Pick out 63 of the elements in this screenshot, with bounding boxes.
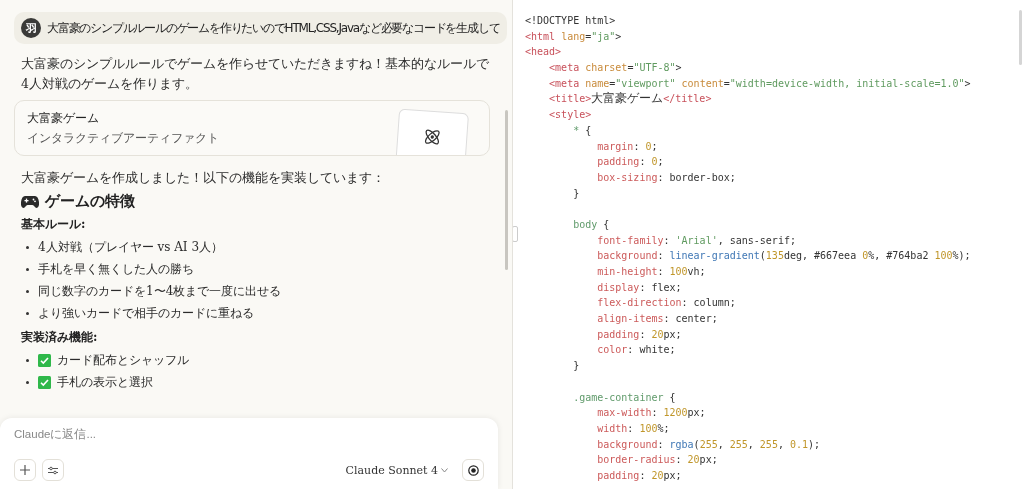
code-line: <title>大富豪ゲーム</title>	[548, 91, 713, 108]
artifact-card[interactable]: 大富豪ゲーム インタラクティブアーティファクト	[14, 100, 490, 156]
list-item-text: 手札を早く無くした人の勝ち	[38, 260, 194, 278]
artifact-subtitle: インタラクティブアーティファクト	[27, 130, 219, 147]
code-line: align-items: center;	[596, 312, 719, 327]
code-line: background: rgba(255, 255, 255, 0.1);	[596, 437, 822, 452]
code-line: <head>	[525, 45, 563, 60]
code-line: * {	[572, 123, 593, 138]
code-line: font-family: 'Arial', sans-serif;	[596, 233, 797, 248]
reply-input-field[interactable]: Claudeに返信...	[14, 428, 314, 440]
list-title: 基本ルール:	[20, 216, 87, 233]
chevron-down-icon	[441, 467, 448, 473]
code-line: padding: 20px;	[596, 468, 683, 483]
code-line: <!DOCTYPE html>	[525, 14, 617, 28]
code-line: .game-container {	[572, 390, 677, 405]
gamepad-icon	[21, 194, 39, 209]
tools-button[interactable]	[42, 459, 64, 481]
sliders-icon	[48, 465, 58, 475]
artifact-title: 大富豪ゲーム	[27, 110, 100, 127]
code-line: border-radius: 20px;	[596, 453, 719, 468]
code-line: width: 100%;	[596, 421, 671, 436]
section-heading: ゲームの特徴	[45, 192, 135, 211]
list-item-text: より強いカードで相手のカードに重ねる	[38, 304, 254, 322]
code-line: max-width: 1200px;	[596, 406, 707, 421]
code-line: }	[572, 359, 581, 374]
code-line: <html lang="ja">	[525, 29, 623, 44]
scrollbar[interactable]	[505, 110, 508, 270]
bullet-icon	[26, 289, 29, 293]
code-line: min-height: 100vh;	[596, 265, 707, 279]
code-line: <meta charset="UTF-8">	[548, 61, 683, 76]
code-line: <meta name="viewport" content="width=device-width, initial-scale=1.0">	[548, 76, 972, 91]
list-item-text: カード配布とシャッフル	[57, 351, 189, 369]
bullet-icon	[26, 380, 29, 384]
resize-handle[interactable]	[513, 226, 518, 242]
code-line: box-sizing: border-box;	[596, 170, 737, 185]
model-selector[interactable]: Claude Sonnet 4	[337, 463, 456, 477]
record-button[interactable]	[462, 459, 484, 481]
code-line: background: linear-gradient(135deg, #667eea 0%, #764ba2 100%);	[596, 249, 972, 264]
bullet-icon	[26, 311, 29, 315]
record-icon	[467, 464, 479, 476]
bullet-icon	[26, 267, 29, 271]
plus-icon	[20, 465, 30, 475]
add-button[interactable]	[14, 459, 36, 481]
code-line: margin: 0;	[596, 139, 659, 154]
list-title: 実装済み機能:	[20, 329, 99, 346]
list-item-text: 4人対戦（プレイヤー vs AI 3人）	[38, 238, 224, 256]
user-avatar: 羽	[21, 18, 41, 38]
scrollbar[interactable]	[1019, 10, 1022, 65]
response-text: 大富豪ゲームを作成しました！以下の機能を実装しています：	[20, 169, 386, 187]
list-item-text: 手札の表示と選択	[57, 373, 153, 391]
user-message-text: 大富豪のシンプルルールのゲームを作りたいのでHTML,CSS,Javaなど必要なコードを生成して	[47, 19, 500, 37]
code-line: body {	[572, 217, 611, 232]
code-line: color: white;	[596, 343, 677, 358]
bullet-icon	[26, 245, 29, 249]
code-line: padding: 0;	[596, 155, 665, 170]
code-line: display: flex;	[596, 280, 683, 295]
code-line: }	[572, 186, 581, 201]
code-line: <style>	[548, 108, 593, 123]
code-line: flex-direction: column;	[596, 296, 737, 311]
list-item-text: 同じ数字のカードを1〜4枚まで一度に出せる	[38, 282, 282, 300]
bullet-icon	[26, 358, 29, 362]
code-line: padding: 20px;	[596, 327, 683, 342]
response-text: 大富豪のシンプルルールでゲームを作らせていただきますね！基本的なルールで4人対戦のゲームを作ります。	[20, 55, 490, 93]
